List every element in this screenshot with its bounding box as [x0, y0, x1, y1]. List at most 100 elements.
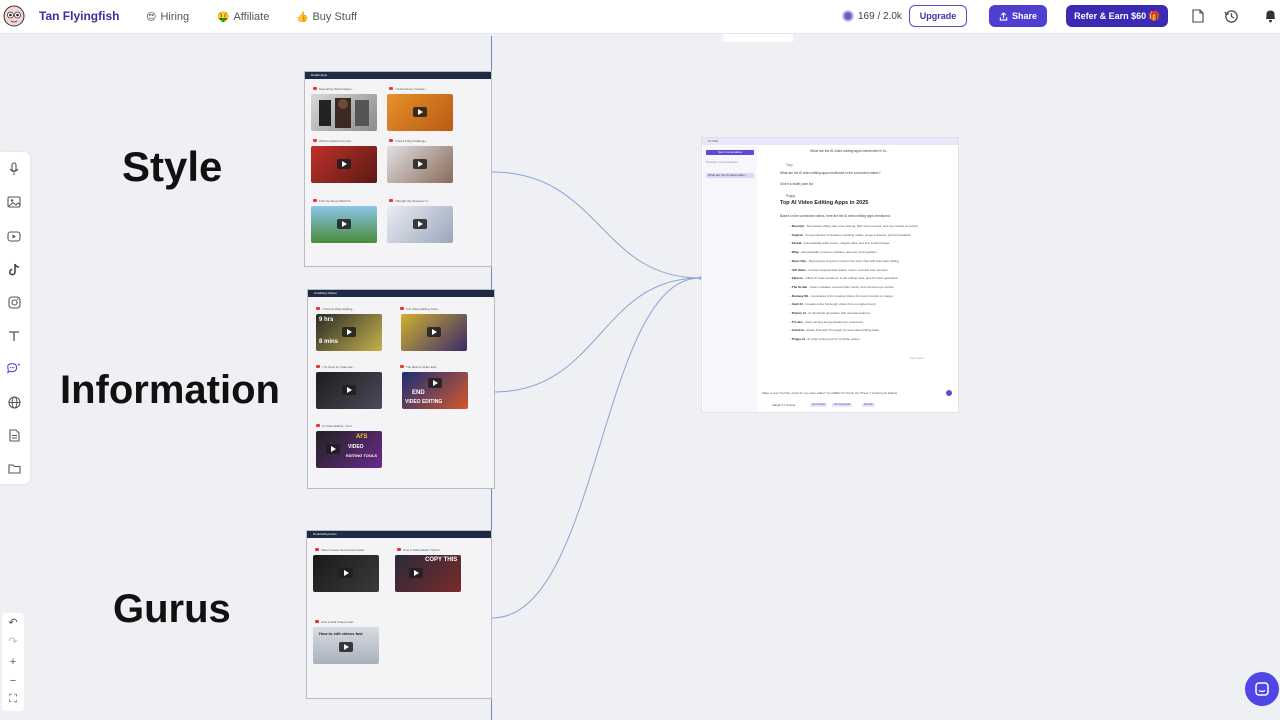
play-icon	[413, 159, 427, 169]
prompt-chip[interactable]: Summarize	[810, 403, 828, 407]
ai-chat-panel[interactable]: AI Chat New Conversation Previous Conver…	[701, 137, 959, 413]
video-thumbnail[interactable]	[311, 146, 377, 183]
app-description: - Automatically removes mistakes, silenc…	[799, 250, 877, 255]
user-message: What are the AI video editing apps menti…	[780, 171, 881, 175]
play-icon	[427, 327, 441, 337]
app-name: Tl Labs	[791, 319, 803, 324]
youtube-icon	[316, 307, 320, 310]
app-description: - Adobe Premiere Pro plugin for automate…	[804, 328, 880, 333]
thumbnail-caption: VIDEO	[348, 444, 364, 450]
video-thumbnail[interactable]: How to edit videos fast	[313, 627, 379, 664]
video-thumbnail[interactable]: AI'S VIDEO EDITING TOOLS	[316, 431, 382, 468]
video-thumbnail[interactable]	[387, 94, 453, 131]
thumbnail-caption: EDITING TOOLS	[346, 453, 378, 458]
thumbnail-caption: 8 mins	[319, 339, 339, 345]
video-card-title: I Tried AI Video Editing...	[316, 306, 378, 311]
app-list-item: • Pictory AI - AI thumbnail generation w…	[790, 311, 871, 315]
app-list-item: • Wisp - Automatically removes mistakes,…	[790, 250, 877, 255]
thumbnail-caption: COPY THIS	[425, 557, 458, 563]
help-chat-button[interactable]	[1245, 672, 1279, 706]
video-card-title: I Tested Every Smartp...	[389, 86, 451, 91]
video-thumbnail[interactable]	[387, 146, 453, 183]
play-icon	[326, 444, 340, 454]
app-list-item: • Runway ML - Generative AI for creating…	[790, 293, 893, 298]
app-description: - Text-based editing with voice cloning,…	[804, 224, 919, 228]
gurus-video-group[interactable]: DoubleWhyGurus Video Creator Secrets Rev…	[306, 530, 492, 699]
thumbnail-caption: 9 hrs	[319, 317, 334, 323]
chat-input[interactable]: Make a new YouTube script for my video c…	[762, 390, 955, 396]
frame-title: DoubleWhyGurus	[307, 531, 491, 538]
youtube-icon	[389, 199, 393, 202]
app-name: CapCut	[791, 232, 803, 237]
video-thumbnail[interactable]	[316, 372, 382, 409]
answer-title: Top AI Video Editing Apps in 2025	[780, 200, 869, 206]
youtube-icon	[400, 307, 404, 310]
video-thumbnail[interactable]: 9 hrs 8 mins	[316, 314, 382, 351]
youtube-icon	[316, 424, 320, 427]
video-thumbnail[interactable]	[313, 555, 379, 592]
question-banner: What are the AI video editing apps menti…	[810, 149, 889, 153]
frame-title: Reddit Apps	[305, 72, 491, 79]
play-icon	[339, 642, 353, 652]
play-icon	[342, 385, 356, 395]
video-card-title: How to Edit Videos Fast...	[315, 619, 377, 624]
app-description: - Creates AI-generated videos, voices, a…	[806, 267, 888, 272]
style-video-group[interactable]: Reddit Apps Something Weird Happe... I T…	[304, 71, 492, 267]
app-description: - Comprehensive AI features including re…	[803, 232, 912, 237]
video-card-title: Video Creator Secrets Revealed	[315, 547, 377, 552]
video-thumbnail[interactable]: COPY THIS	[395, 555, 461, 592]
app-list-item: • Tl Labs - Voice cloning and generation…	[790, 319, 864, 324]
video-card-title: I Bought the Cheapest C...	[389, 198, 451, 203]
app-name: Poppy AI	[791, 337, 805, 342]
app-list-item: • AutoCut - Adobe Premiere Pro plugin fo…	[790, 328, 880, 333]
app-description: - Generative AI for creating videos from…	[809, 293, 893, 298]
app-description: - Repurposes long-form content into shor…	[806, 258, 899, 263]
app-description: - Clean mistakes, removes filler words, …	[808, 284, 894, 289]
new-conversation-button[interactable]: New Conversation	[706, 150, 754, 155]
video-card-title: 5 AI Video Editing Tools...	[400, 306, 462, 311]
chat-header: AI Chat	[702, 138, 958, 145]
message-actions[interactable]: Copy Save	[910, 356, 924, 360]
app-list-item: • CapCut - Comprehensive AI features inc…	[790, 232, 912, 237]
model-selector[interactable]: Claude 3.7 Sonnet	[772, 403, 795, 407]
video-thumbnail[interactable]	[387, 206, 453, 243]
thumbnail-caption: How to edit videos fast	[319, 631, 363, 636]
thumbnail-art	[319, 98, 369, 128]
video-card-title: 7 AI Tools for Video Ed...	[316, 364, 378, 369]
video-card-title: I Put Up Every Watch S...	[313, 198, 375, 203]
youtube-icon	[397, 548, 401, 551]
youtube-icon	[389, 139, 393, 142]
play-icon	[342, 327, 356, 337]
app-name: AutoCut	[791, 328, 804, 333]
prompt-chip[interactable]: Get Keywords	[832, 403, 853, 407]
answer-intro: Based on the connected videos, here are …	[780, 214, 891, 218]
video-thumbnail[interactable]: END VIDEO EDITING	[402, 372, 468, 409]
youtube-icon	[316, 365, 320, 368]
app-list-item: • AIS Video - Creates AI-generated video…	[790, 267, 888, 272]
play-icon	[428, 378, 442, 388]
app-name: Opus Clip	[791, 258, 807, 263]
youtube-icon	[313, 87, 317, 90]
video-thumbnail[interactable]	[401, 314, 467, 351]
previous-conversation-item[interactable]: What are the AI video editin...	[706, 173, 754, 178]
youtube-icon	[313, 199, 317, 202]
information-video-group[interactable]: AI Editing Videos I Tried AI Video Editi…	[307, 289, 495, 489]
video-card-title: World's Fastest Comput...	[313, 138, 375, 143]
youtube-icon	[400, 365, 404, 368]
video-thumbnail[interactable]	[311, 94, 377, 131]
previous-conversations-label: Previous Conversations	[706, 160, 738, 164]
video-card-title: AI Video Editing - Tool...	[316, 423, 378, 428]
prompt-chip[interactable]: Rewrite	[862, 403, 875, 407]
app-name: Descript	[791, 224, 804, 228]
user-message: Give it a bullet point list.	[780, 182, 814, 186]
youtube-icon	[315, 620, 319, 623]
bot-name: Poppy	[786, 194, 796, 198]
app-description: - AI script writing tool for YouTube vid…	[805, 337, 860, 342]
app-description: - Creates entire full-length videos from…	[803, 302, 876, 307]
video-thumbnail[interactable]	[311, 206, 377, 243]
send-icon[interactable]	[946, 390, 952, 396]
video-card-title: I Need a Big Challenge...	[389, 138, 451, 143]
play-icon	[337, 219, 351, 229]
app-name: AIS Video	[791, 267, 806, 272]
app-name: Invid AI	[791, 302, 803, 307]
